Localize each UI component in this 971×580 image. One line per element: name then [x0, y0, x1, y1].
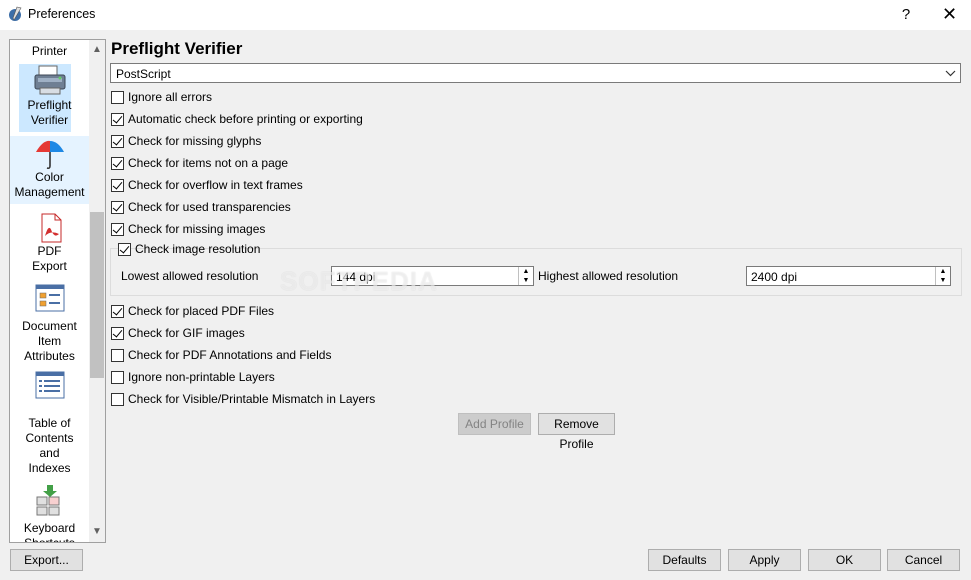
sidebar-scrollbar[interactable]: ▲ ▼	[89, 40, 105, 542]
sidebar-item-label: Preflight Verifier	[27, 98, 72, 127]
checkbox-label: Check for GIF images	[128, 326, 245, 340]
check-option[interactable]: Check for items not on a page	[111, 155, 288, 171]
add-profile-button[interactable]: Add Profile	[458, 413, 531, 435]
checkbox[interactable]	[111, 370, 124, 384]
checkbox-label: Automatic check before printing or expor…	[128, 112, 363, 126]
checkbox-label: Check for placed PDF Files	[128, 304, 275, 318]
checkbox-label: Ignore all errors	[128, 90, 213, 104]
checkbox-label: Ignore non-printable Layers	[128, 370, 275, 384]
title-bar: Preferences ? ✕	[0, 0, 971, 30]
sidebar-item-color-management[interactable]: Color Management	[10, 136, 89, 204]
checkbox-label: Check for items not on a page	[128, 156, 289, 170]
sidebar-item-keyboard-shortcuts[interactable]: Keyboard Shortcuts	[10, 485, 89, 542]
close-button[interactable]: ✕	[928, 0, 971, 30]
checkbox-label: Check for missing glyphs	[128, 134, 262, 148]
check-option[interactable]: Check for placed PDF Files	[111, 303, 274, 319]
sidebar-item-label: Keyboard Shortcuts	[23, 521, 76, 542]
help-button[interactable]: ?	[886, 0, 926, 30]
spin-down-icon[interactable]: ▼	[519, 276, 533, 285]
checkbox[interactable]	[111, 112, 124, 126]
checkbox[interactable]	[111, 178, 124, 192]
defaults-button[interactable]: Defaults	[648, 549, 721, 571]
checkbox[interactable]	[111, 304, 124, 318]
attributes-icon	[35, 284, 64, 312]
sidebar-item-label: Table of Contents and Indexes	[25, 416, 74, 475]
checkbox[interactable]	[111, 90, 124, 104]
sidebar-item-label: PDF Export	[32, 244, 67, 273]
page-title: Preflight Verifier	[111, 39, 243, 58]
keyboard-icon	[36, 485, 59, 516]
watermark: SOFTPEDIA	[280, 266, 438, 296]
check-option[interactable]: Check for missing glyphs	[111, 133, 261, 149]
checkbox[interactable]	[111, 156, 124, 170]
toc-icon	[35, 371, 64, 399]
profile-select[interactable]: PostScript	[110, 63, 961, 83]
spin-up-icon[interactable]: ▲	[936, 267, 950, 276]
checkbox-label: Check for overflow in text frames	[128, 178, 303, 192]
close-icon: ✕	[941, 4, 958, 24]
scroll-up-icon[interactable]: ▲	[89, 42, 105, 58]
check-image-resolution[interactable]: Check image resolution	[118, 241, 260, 257]
sidebar-item-document-item-attributes[interactable]: Document Item Attributes	[10, 283, 89, 364]
check-option[interactable]: Check for Visible/Printable Mismatch in …	[111, 391, 375, 407]
chevron-down-icon	[945, 70, 956, 77]
checkbox[interactable]	[111, 134, 124, 148]
cancel-button[interactable]: Cancel	[887, 549, 960, 571]
checkbox-label: Check for used transparencies	[128, 200, 291, 214]
checkbox-label: Check for Visible/Printable Mismatch in …	[128, 392, 376, 406]
lowest-resolution-label: Lowest allowed resolution	[121, 269, 259, 283]
checkbox-label: Check for PDF Annotations and Fields	[128, 348, 332, 362]
highest-resolution-label: Highest allowed resolution	[538, 269, 679, 283]
pdf-icon	[41, 213, 61, 243]
scribus-app-icon	[9, 6, 22, 21]
check-option[interactable]: Automatic check before printing or expor…	[111, 111, 363, 127]
profile-select-value: PostScript	[116, 67, 171, 81]
sidebar-item-preflight-verifier[interactable]: Preflight Verifier	[10, 40, 89, 132]
sidebar-item-pdf-export[interactable]: PDF Export	[10, 210, 89, 274]
check-option[interactable]: Check for GIF images	[111, 325, 245, 341]
window-title: Preferences	[28, 7, 96, 21]
color-umbrella-icon	[35, 140, 64, 170]
checkbox[interactable]	[111, 222, 124, 236]
check-option[interactable]: Check for PDF Annotations and Fields	[111, 347, 331, 363]
check-option[interactable]: Ignore non-printable Layers	[111, 369, 275, 385]
apply-button[interactable]: Apply	[728, 549, 801, 571]
sidebar-item-table-of-contents[interactable]: Table of Contents and Indexes	[10, 370, 89, 476]
spin-up-icon[interactable]: ▲	[519, 267, 533, 276]
preflight-printer-icon	[34, 65, 65, 95]
sidebar-item-label: Document Item Attributes	[22, 319, 77, 363]
check-option[interactable]: Check for missing images	[111, 221, 265, 237]
checkbox[interactable]	[111, 392, 124, 406]
export-button[interactable]: Export...	[10, 549, 83, 571]
spin-down-icon[interactable]: ▼	[936, 276, 950, 285]
checkbox[interactable]	[111, 200, 124, 214]
sidebar-list: Printer Preflight Verifier Color Managem…	[10, 40, 89, 542]
checkbox[interactable]	[111, 348, 124, 362]
check-option[interactable]: Check for overflow in text frames	[111, 177, 303, 193]
check-option[interactable]: Check for used transparencies	[111, 199, 291, 215]
ok-button[interactable]: OK	[808, 549, 881, 571]
scroll-thumb[interactable]	[90, 212, 104, 378]
remove-profile-button[interactable]: Remove Profile	[538, 413, 615, 451]
sidebar-item-label: Color Management	[14, 170, 85, 199]
checkbox[interactable]	[111, 326, 124, 340]
check-option[interactable]: Ignore all errors	[111, 89, 212, 105]
highest-resolution-spinbox[interactable]: 2400 dpi ▲ ▼	[746, 266, 951, 286]
preferences-sidebar: Printer Preflight Verifier Color Managem…	[9, 39, 106, 543]
checkbox-label: Check image resolution	[135, 242, 261, 256]
checkbox[interactable]	[118, 242, 131, 256]
spin-value: 2400 dpi	[751, 270, 798, 284]
checkbox-label: Check for missing images	[128, 222, 266, 236]
scroll-down-icon[interactable]: ▼	[89, 524, 105, 540]
